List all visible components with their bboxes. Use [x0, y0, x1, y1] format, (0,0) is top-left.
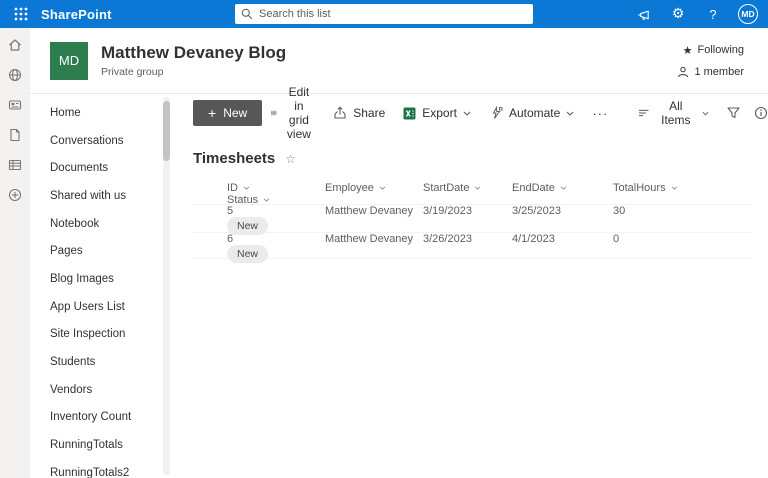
- table-row[interactable]: 6 Matthew Devaney 3/26/2023 4/1/2023 0 N…: [193, 231, 752, 263]
- cell-startdate: 3/19/2023: [423, 205, 472, 217]
- search-icon: [241, 8, 253, 20]
- sidebar-item-notebook[interactable]: Notebook: [30, 210, 172, 238]
- app-launcher-button[interactable]: [10, 3, 32, 25]
- cell-totalhours: 30: [613, 205, 626, 217]
- cell-id: 5: [227, 205, 234, 217]
- sidebar-item-runningtotals[interactable]: RunningTotals: [30, 431, 172, 459]
- chevron-down-icon: [379, 186, 386, 190]
- list-table: ID Employee StartDate EndDate TotalHours…: [193, 182, 752, 263]
- chevron-down-icon: [702, 111, 709, 115]
- settings-gear-icon[interactable]: ⚙: [668, 4, 688, 24]
- plus-icon: +: [208, 105, 217, 121]
- site-logo[interactable]: MD: [50, 41, 88, 80]
- members-button[interactable]: 1 member: [677, 66, 744, 78]
- cell-id: 6: [227, 232, 234, 245]
- info-icon[interactable]: [749, 100, 768, 126]
- site-subtitle: Private group: [101, 66, 164, 78]
- column-header-employee[interactable]: Employee: [325, 182, 423, 194]
- chevron-down-icon: [463, 111, 471, 116]
- site-nav: Home Conversations Documents Shared with…: [30, 94, 172, 478]
- app-rail: [0, 28, 30, 478]
- star-filled-icon: ★: [682, 43, 693, 57]
- members-label: 1 member: [694, 65, 744, 78]
- chevron-down-icon: [566, 111, 574, 116]
- sidebar-item-students[interactable]: Students: [30, 348, 172, 376]
- sidebar-item-blog-images[interactable]: Blog Images: [30, 265, 172, 293]
- suite-app-name[interactable]: SharePoint: [41, 7, 112, 22]
- following-button[interactable]: ★ Following: [683, 44, 744, 57]
- sidebar-item-vendors[interactable]: Vendors: [30, 376, 172, 404]
- chevron-down-icon: [263, 198, 270, 202]
- megaphone-icon[interactable]: [633, 4, 653, 24]
- globe-icon[interactable]: [5, 65, 25, 85]
- share-button[interactable]: Share: [324, 100, 394, 126]
- sidebar-item-shared-with-us[interactable]: Shared with us: [30, 182, 172, 210]
- command-bar: + New Edit in grid view Share Export Aut…: [193, 85, 767, 141]
- sharepoint-window: SharePoint ⚙ ? MD: [0, 0, 768, 478]
- more-commands-button[interactable]: ···: [583, 100, 617, 126]
- status-badge: New: [227, 244, 269, 263]
- list-content: + New Edit in grid view Share Export Aut…: [172, 85, 768, 478]
- suite-right-actions: ⚙ ? MD: [633, 4, 758, 24]
- search-box[interactable]: [235, 4, 533, 24]
- column-header-startdate[interactable]: StartDate: [423, 182, 512, 194]
- grid-icon: [271, 110, 277, 116]
- document-icon[interactable]: [5, 125, 25, 145]
- site-title[interactable]: Matthew Devaney Blog: [101, 43, 286, 63]
- lists-icon[interactable]: [5, 155, 25, 175]
- column-header-totalhours[interactable]: TotalHours: [613, 182, 705, 194]
- column-header-enddate[interactable]: EndDate: [512, 182, 613, 194]
- share-icon: [334, 106, 346, 119]
- chevron-down-icon: [475, 186, 481, 190]
- sidebar-item-documents[interactable]: Documents: [30, 154, 172, 182]
- cell-enddate: 4/1/2023: [512, 232, 555, 245]
- help-icon[interactable]: ?: [703, 4, 723, 24]
- account-avatar[interactable]: MD: [738, 4, 758, 24]
- cell-totalhours: 0: [613, 232, 620, 245]
- sidebar-item-pages[interactable]: Pages: [30, 237, 172, 265]
- page-title: Timesheets: [193, 150, 276, 167]
- excel-icon: [403, 107, 416, 119]
- sidebar-item-site-inspection[interactable]: Site Inspection: [30, 321, 172, 349]
- edit-grid-view-button[interactable]: Edit in grid view: [262, 85, 324, 141]
- cell-employee[interactable]: Matthew Devaney: [325, 233, 423, 245]
- automate-flow-icon: [492, 106, 503, 119]
- cell-status: New: [227, 244, 325, 263]
- sidebar-item-home[interactable]: Home: [30, 99, 172, 127]
- following-label: Following: [697, 44, 744, 56]
- automate-button[interactable]: Automate: [480, 100, 583, 126]
- column-header-id[interactable]: ID: [227, 182, 325, 194]
- sidebar-item-app-users-list[interactable]: App Users List: [30, 293, 172, 321]
- export-button[interactable]: Export: [394, 100, 480, 126]
- chevron-down-icon: [671, 186, 677, 190]
- favorite-star-icon[interactable]: ☆: [285, 152, 296, 166]
- chevron-down-icon: [560, 186, 567, 190]
- view-selector-button[interactable]: All Items: [629, 99, 718, 127]
- cell-enddate: 3/25/2023: [512, 205, 561, 217]
- view-options-icon: [639, 109, 649, 117]
- table-row[interactable]: 5 Matthew Devaney 3/19/2023 3/25/2023 30…: [193, 204, 752, 235]
- sidebar-item-inventory-count[interactable]: Inventory Count: [30, 404, 172, 432]
- cell-employee[interactable]: Matthew Devaney: [325, 205, 423, 217]
- chevron-down-icon: [243, 186, 250, 190]
- suite-bar: SharePoint ⚙ ? MD: [0, 0, 768, 28]
- nav-scrollbar[interactable]: [163, 97, 170, 475]
- waffle-icon: [14, 7, 28, 21]
- new-button[interactable]: + New: [193, 100, 263, 126]
- person-icon: [678, 66, 689, 77]
- nav-scrollbar-thumb[interactable]: [163, 101, 170, 161]
- search-input[interactable]: [259, 8, 527, 20]
- home-icon[interactable]: [5, 35, 25, 55]
- table-header-row: ID Employee StartDate EndDate TotalHours…: [193, 182, 752, 206]
- cell-startdate: 3/26/2023: [423, 232, 472, 245]
- filter-icon[interactable]: [722, 100, 745, 126]
- site-header: MD Matthew Devaney Blog Private group ★ …: [30, 28, 768, 94]
- create-icon[interactable]: [5, 185, 25, 205]
- sidebar-item-conversations[interactable]: Conversations: [30, 127, 172, 155]
- sidebar-item-runningtotals2[interactable]: RunningTotals2: [30, 459, 172, 478]
- news-icon[interactable]: [5, 95, 25, 115]
